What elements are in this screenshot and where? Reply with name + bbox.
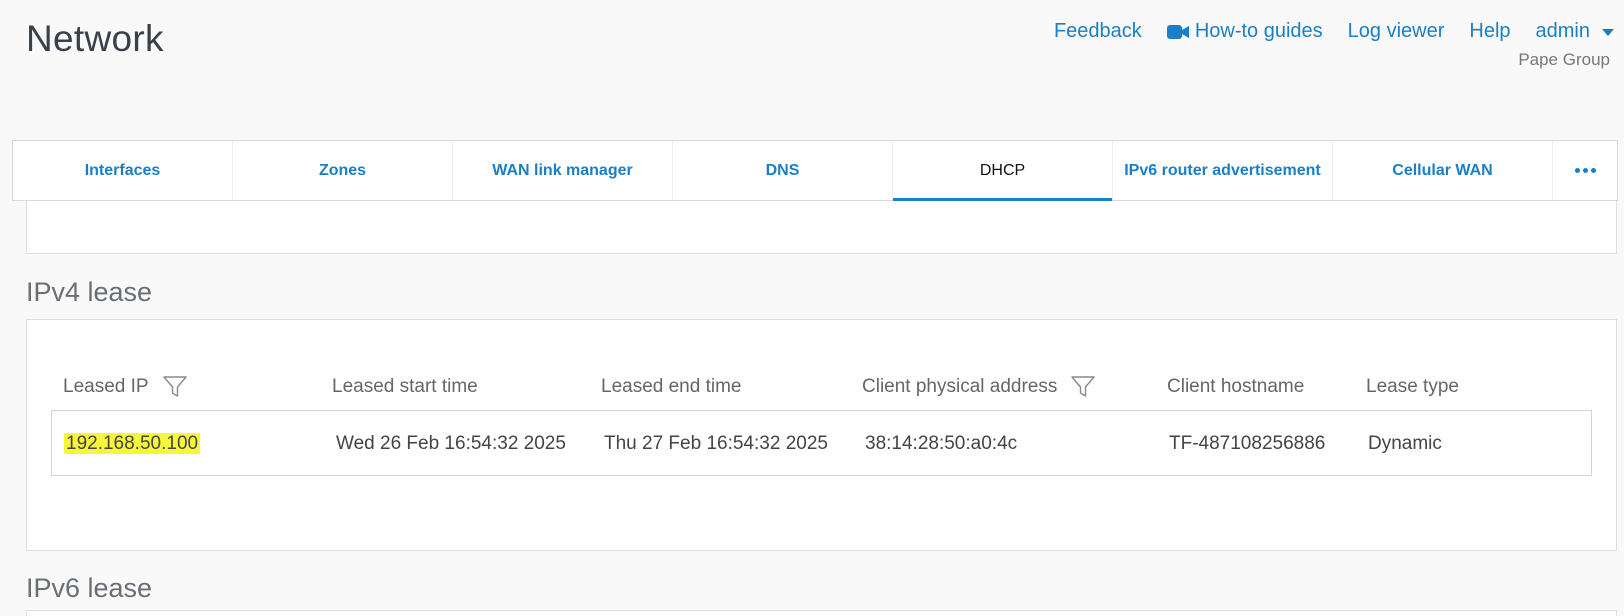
more-tabs-button[interactable] (1553, 141, 1617, 200)
leased-ip-cell: 192.168.50.100 (64, 433, 201, 455)
client-hostname-cell: TF-487108256886 (1169, 433, 1326, 454)
client-mac-cell: 38:14:28:50:a0:4c (865, 433, 1018, 454)
tab-bar: Interfaces Zones WAN link manager DNS DH… (12, 140, 1618, 201)
ipv4-lease-panel: Leased IP Leased start time Leased end t… (26, 319, 1617, 551)
leased-end-cell: Thu 27 Feb 16:54:32 2025 (604, 433, 828, 454)
video-camera-icon (1166, 24, 1189, 40)
column-header-client-hostname: Client hostname (1167, 376, 1305, 397)
column-header-leased-end: Leased end time (601, 376, 742, 397)
column-header-leased-start: Leased start time (332, 376, 478, 397)
tab-dns[interactable]: DNS (673, 141, 893, 200)
tab-wan-link-manager[interactable]: WAN link manager (453, 141, 673, 200)
tab-zones[interactable]: Zones (233, 141, 453, 200)
chevron-down-icon (1602, 29, 1614, 36)
howto-guides-label: How-to guides (1194, 20, 1323, 42)
ipv4-lease-title: IPv4 lease (26, 277, 153, 307)
column-label: Leased IP (63, 376, 149, 397)
page-title: Network (26, 18, 164, 59)
more-dots-icon (1574, 168, 1596, 173)
user-menu[interactable]: admin (1536, 20, 1614, 43)
howto-guides-link[interactable]: How-to guides (1166, 20, 1323, 43)
page: Network Feedback How-to guides Log viewe… (0, 0, 1624, 616)
column-label: Client physical address (862, 376, 1058, 397)
help-link[interactable]: Help (1469, 20, 1510, 43)
tab-ipv6-router-advertisement[interactable]: IPv6 router advertisement (1113, 141, 1333, 200)
ipv6-lease-title: IPv6 lease (26, 573, 153, 603)
organization-name: Pape Group (1518, 50, 1610, 69)
user-menu-label: admin (1535, 20, 1590, 42)
filter-icon[interactable] (1071, 376, 1096, 398)
ipv6-lease-panel (26, 610, 1617, 616)
table-row[interactable]: 192.168.50.100 Wed 26 Feb 16:54:32 2025 … (51, 410, 1592, 476)
leased-start-cell: Wed 26 Feb 16:54:32 2025 (336, 433, 566, 454)
tab-interfaces[interactable]: Interfaces (13, 141, 233, 200)
column-header-leased-ip: Leased IP (63, 376, 187, 398)
tab-dhcp[interactable]: DHCP (893, 141, 1113, 201)
highlighted-ip: 192.168.50.100 (64, 433, 201, 454)
filter-icon[interactable] (162, 376, 187, 398)
feedback-link[interactable]: Feedback (1054, 20, 1142, 43)
log-viewer-link[interactable]: Log viewer (1348, 20, 1445, 43)
tab-cellular-wan[interactable]: Cellular WAN (1333, 141, 1553, 200)
dhcp-settings-panel (26, 201, 1617, 254)
top-nav: Feedback How-to guides Log viewer Help a… (1054, 20, 1614, 43)
column-header-client-mac: Client physical address (862, 376, 1096, 398)
lease-type-cell: Dynamic (1368, 433, 1442, 454)
column-header-lease-type: Lease type (1366, 376, 1459, 397)
